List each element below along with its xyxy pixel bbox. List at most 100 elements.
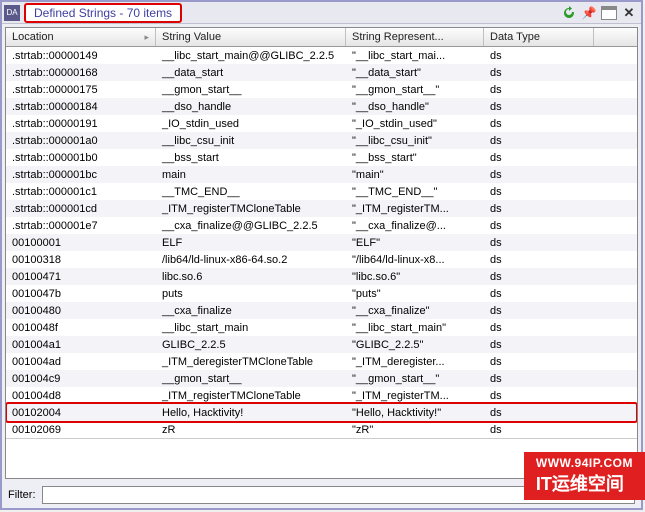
table-body: .strtab::00000149__libc_start_main@@GLIB… bbox=[6, 47, 637, 438]
cell-dt: ds bbox=[484, 49, 594, 63]
column-datatype[interactable]: Data Type bbox=[484, 28, 594, 46]
cell-val: libc.so.6 bbox=[156, 270, 346, 284]
cell-val: Hello, Hacktivity! bbox=[156, 406, 346, 420]
cell-val: __bss_start bbox=[156, 151, 346, 165]
cell-val: __gmon_start__ bbox=[156, 83, 346, 97]
cell-rep: "__gmon_start__" bbox=[346, 372, 484, 386]
table-row[interactable]: 001004c9__gmon_start__"__gmon_start__"ds bbox=[6, 370, 637, 387]
cell-dt: ds bbox=[484, 168, 594, 182]
pin-icon: 📌 bbox=[582, 6, 597, 20]
strings-table: Location ▸ String Value String Represent… bbox=[5, 27, 638, 479]
table-row[interactable]: .strtab::000001e7__cxa_finalize@@GLIBC_2… bbox=[6, 217, 637, 234]
cell-rep: "__cxa_finalize" bbox=[346, 304, 484, 318]
table-row[interactable]: .strtab::00000168__data_start"__data_sta… bbox=[6, 64, 637, 81]
table-row[interactable]: 00100001ELF"ELF"ds bbox=[6, 234, 637, 251]
cell-dt: ds bbox=[484, 185, 594, 199]
cell-dt: ds bbox=[484, 219, 594, 233]
cell-loc: .strtab::00000149 bbox=[6, 49, 156, 63]
refresh-button[interactable] bbox=[560, 5, 578, 21]
cell-rep: "__libc_start_main" bbox=[346, 321, 484, 335]
refresh-icon bbox=[562, 6, 576, 20]
cell-dt: ds bbox=[484, 389, 594, 403]
cell-val: _IO_stdin_used bbox=[156, 117, 346, 131]
defined-strings-panel: DA Defined Strings - 70 items 📌 ✕ Locati… bbox=[0, 0, 643, 510]
table-header: Location ▸ String Value String Represent… bbox=[6, 28, 637, 47]
column-repr[interactable]: String Represent... bbox=[346, 28, 484, 46]
cell-loc: 001004d8 bbox=[6, 389, 156, 403]
cell-rep: "puts" bbox=[346, 287, 484, 301]
cell-dt: ds bbox=[484, 270, 594, 284]
cell-dt: ds bbox=[484, 423, 594, 437]
table-row[interactable]: .strtab::000001cd_ITM_registerTMCloneTab… bbox=[6, 200, 637, 217]
cell-rep: "GLIBC_2.2.5" bbox=[346, 338, 484, 352]
cell-val: zR bbox=[156, 423, 346, 437]
cell-rep: "_IO_stdin_used" bbox=[346, 117, 484, 131]
cell-loc: .strtab::00000191 bbox=[6, 117, 156, 131]
cell-loc: 00102004 bbox=[6, 406, 156, 420]
cell-dt: ds bbox=[484, 134, 594, 148]
table-row[interactable]: .strtab::000001c1__TMC_END__"__TMC_END__… bbox=[6, 183, 637, 200]
cell-val: puts bbox=[156, 287, 346, 301]
cell-loc: .strtab::000001cd bbox=[6, 202, 156, 216]
cell-rep: "_ITM_registerTM... bbox=[346, 202, 484, 216]
cell-dt: ds bbox=[484, 202, 594, 216]
cell-dt: ds bbox=[484, 372, 594, 386]
table-row[interactable]: .strtab::00000184__dso_handle"__dso_hand… bbox=[6, 98, 637, 115]
cell-dt: ds bbox=[484, 100, 594, 114]
cell-loc: .strtab::000001c1 bbox=[6, 185, 156, 199]
cell-dt: ds bbox=[484, 236, 594, 250]
cell-rep: "/lib64/ld-linux-x8... bbox=[346, 253, 484, 267]
close-icon: ✕ bbox=[624, 5, 635, 21]
cell-val: __TMC_END__ bbox=[156, 185, 346, 199]
window-button[interactable] bbox=[600, 5, 618, 21]
table-row[interactable]: .strtab::000001b0__bss_start"__bss_start… bbox=[6, 149, 637, 166]
cell-dt: ds bbox=[484, 151, 594, 165]
cell-loc: 00100471 bbox=[6, 270, 156, 284]
table-row[interactable]: 0010047bputs"puts"ds bbox=[6, 285, 637, 302]
cell-loc: 0010048f bbox=[6, 321, 156, 335]
cell-val: main bbox=[156, 168, 346, 182]
table-row[interactable]: 00100318/lib64/ld-linux-x86-64.so.2"/lib… bbox=[6, 251, 637, 268]
table-row[interactable]: 00100480__cxa_finalize"__cxa_finalize"ds bbox=[6, 302, 637, 319]
table-row[interactable]: 00102004Hello, Hacktivity!"Hello, Hackti… bbox=[6, 404, 637, 421]
table-row[interactable]: .strtab::000001a0__libc_csu_init"__libc_… bbox=[6, 132, 637, 149]
pin-button[interactable]: 📌 bbox=[580, 5, 598, 21]
watermark: WWW.94IP.COM IT运维空间 bbox=[524, 452, 645, 500]
cell-loc: .strtab::000001a0 bbox=[6, 134, 156, 148]
table-row[interactable]: 001004ad_ITM_deregisterTMCloneTable"_ITM… bbox=[6, 353, 637, 370]
cell-val: GLIBC_2.2.5 bbox=[156, 338, 346, 352]
table-row[interactable]: 001004d8_ITM_registerTMCloneTable"_ITM_r… bbox=[6, 387, 637, 404]
cell-val: _ITM_registerTMCloneTable bbox=[156, 389, 346, 403]
cell-rep: "_ITM_deregister... bbox=[346, 355, 484, 369]
scroll-hint bbox=[6, 438, 637, 452]
column-location-label: Location bbox=[12, 31, 54, 43]
cell-val: __libc_start_main@@GLIBC_2.2.5 bbox=[156, 49, 346, 63]
table-row[interactable]: 001004a1GLIBC_2.2.5"GLIBC_2.2.5"ds bbox=[6, 336, 637, 353]
window-icon bbox=[601, 6, 617, 20]
cell-dt: ds bbox=[484, 304, 594, 318]
table-row[interactable]: 0010048f__libc_start_main"__libc_start_m… bbox=[6, 319, 637, 336]
cell-dt: ds bbox=[484, 287, 594, 301]
cell-loc: 001004c9 bbox=[6, 372, 156, 386]
cell-rep: "__bss_start" bbox=[346, 151, 484, 165]
column-value[interactable]: String Value bbox=[156, 28, 346, 46]
cell-dt: ds bbox=[484, 83, 594, 97]
cell-dt: ds bbox=[484, 355, 594, 369]
watermark-cn: IT运维空间 bbox=[536, 470, 633, 496]
cell-loc: 00100001 bbox=[6, 236, 156, 250]
table-row[interactable]: 00102069zR"zR"ds bbox=[6, 421, 637, 438]
table-row[interactable]: .strtab::00000191_IO_stdin_used"_IO_stdi… bbox=[6, 115, 637, 132]
table-row[interactable]: .strtab::000001bcmain"main"ds bbox=[6, 166, 637, 183]
table-row[interactable]: .strtab::00000175__gmon_start__"__gmon_s… bbox=[6, 81, 637, 98]
filter-label: Filter: bbox=[8, 489, 36, 501]
cell-dt: ds bbox=[484, 406, 594, 420]
table-row[interactable]: .strtab::00000149__libc_start_main@@GLIB… bbox=[6, 47, 637, 64]
cell-val: __data_start bbox=[156, 66, 346, 80]
column-location[interactable]: Location ▸ bbox=[6, 28, 156, 46]
close-button[interactable]: ✕ bbox=[620, 5, 638, 21]
cell-rep: "__libc_start_mai... bbox=[346, 49, 484, 63]
table-row[interactable]: 00100471libc.so.6"libc.so.6"ds bbox=[6, 268, 637, 285]
cell-loc: .strtab::000001bc bbox=[6, 168, 156, 182]
cell-rep: "main" bbox=[346, 168, 484, 182]
cell-val: __libc_csu_init bbox=[156, 134, 346, 148]
